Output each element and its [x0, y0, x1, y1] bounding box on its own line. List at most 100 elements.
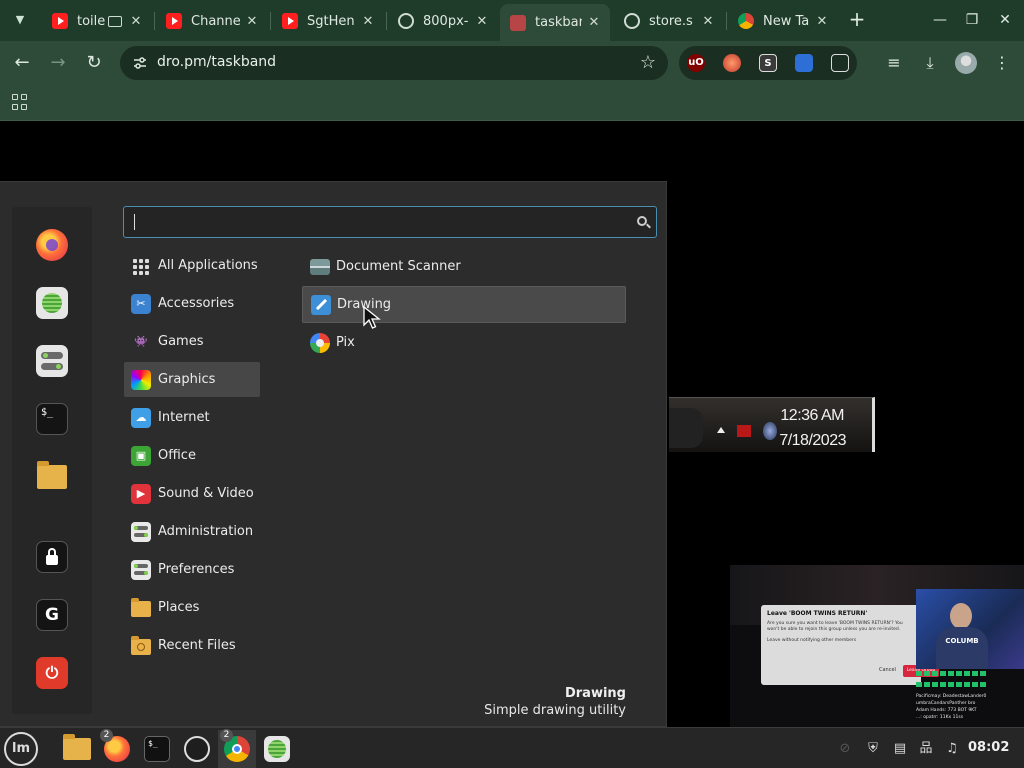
- tab-0[interactable]: toile ✕: [42, 6, 152, 36]
- close-icon[interactable]: ✕: [700, 14, 716, 29]
- settings-toggle-icon[interactable]: [36, 345, 68, 377]
- address-bar[interactable]: dro.pm/taskband ☆: [120, 46, 668, 80]
- restore-icon[interactable]: ❐: [962, 10, 982, 30]
- download-icon[interactable]: ⤓: [919, 52, 941, 74]
- mouse-cursor-icon: [363, 306, 381, 329]
- category-places[interactable]: Places: [124, 590, 260, 625]
- category-internet[interactable]: ☁ Internet: [124, 400, 260, 435]
- extension-translate-icon[interactable]: [795, 54, 813, 72]
- extensions-puzzle-icon[interactable]: [831, 54, 849, 72]
- tab-5[interactable]: store.s ✕: [614, 6, 724, 36]
- tab-search-chevron-icon[interactable]: ▼: [8, 8, 32, 32]
- terminal-icon[interactable]: $_: [36, 403, 68, 435]
- folder-icon[interactable]: [36, 461, 68, 493]
- application-menu: $_ G ⏻ All Applications ✂ Accessories 👾 …: [0, 181, 667, 727]
- tray-disabled-icon[interactable]: ⊘: [836, 740, 854, 758]
- tray-red-icon: [737, 425, 751, 437]
- close-icon[interactable]: ✕: [360, 14, 376, 29]
- profile-avatar-icon[interactable]: [955, 52, 977, 74]
- app-label: Pix: [336, 335, 355, 350]
- software-manager-icon[interactable]: [36, 287, 68, 319]
- taskband-icon: [510, 14, 526, 31]
- back-arrow-icon[interactable]: ←: [10, 51, 34, 75]
- tab-1[interactable]: Channe ✕: [156, 6, 268, 36]
- preferences-icon: [131, 559, 151, 580]
- chat-line: ...: opatrr: 11Kx 11ss: [916, 715, 964, 720]
- minimize-icon[interactable]: —: [930, 10, 950, 30]
- music-note-icon[interactable]: ♫: [943, 740, 961, 758]
- shield-icon[interactable]: ⛨: [864, 740, 882, 758]
- category-administration[interactable]: Administration: [124, 514, 260, 549]
- firefox-icon[interactable]: [36, 229, 68, 261]
- extension-flower-icon[interactable]: [723, 54, 741, 72]
- chat-line: umbraCandarsPanther bro: [916, 701, 976, 706]
- tab-title: taskban: [535, 15, 582, 30]
- tab-6[interactable]: New Ta ✕: [728, 6, 838, 36]
- office-icon: ▣: [131, 445, 151, 466]
- tab-title: toile: [77, 13, 106, 29]
- category-label: Games: [158, 334, 204, 349]
- panel-launcher-chrome[interactable]: 2: [218, 729, 256, 768]
- ublock-icon[interactable]: uO: [687, 54, 705, 72]
- search-icon[interactable]: [637, 216, 647, 226]
- search-input[interactable]: [132, 210, 627, 234]
- forward-arrow-icon[interactable]: →: [46, 51, 70, 75]
- kebab-menu-icon[interactable]: ⋮: [991, 52, 1013, 74]
- lock-icon[interactable]: [36, 541, 68, 573]
- reload-icon[interactable]: ↻: [82, 51, 106, 75]
- category-all-applications[interactable]: All Applications: [124, 248, 260, 283]
- category-recent-files[interactable]: Recent Files: [124, 628, 260, 663]
- panel-launcher-firefox[interactable]: 2: [98, 729, 136, 768]
- screenshot-taskbar-edge: [669, 408, 703, 448]
- close-icon[interactable]: ✕: [586, 15, 602, 30]
- menu-search-box[interactable]: [123, 206, 657, 238]
- category-preferences[interactable]: Preferences: [124, 552, 260, 587]
- dialog-checkbox-label: Leave without notifying other members: [767, 638, 857, 643]
- logout-icon[interactable]: G: [36, 599, 68, 631]
- url-text[interactable]: dro.pm/taskband: [157, 54, 276, 70]
- mint-menu-icon[interactable]: lm: [4, 732, 38, 766]
- audio-meter: [916, 671, 986, 691]
- media-control-icon[interactable]: ≡: [883, 52, 905, 74]
- panel-clock[interactable]: 08:02: [968, 740, 1009, 755]
- power-icon[interactable]: ⏻: [36, 657, 68, 689]
- bookmarks-bar: [0, 85, 1024, 121]
- app-drawing[interactable]: Drawing: [302, 286, 626, 323]
- apps-grid-icon[interactable]: [12, 94, 28, 110]
- tab-2[interactable]: SgtHen ✕: [272, 6, 384, 36]
- site-settings-icon[interactable]: [132, 55, 148, 71]
- tab-3[interactable]: 800px- ✕: [388, 6, 498, 36]
- category-label: Administration: [158, 524, 254, 539]
- close-icon[interactable]: ✕: [128, 14, 144, 29]
- category-accessories[interactable]: ✂ Accessories: [124, 286, 260, 321]
- category-games[interactable]: 👾 Games: [124, 324, 260, 359]
- close-icon[interactable]: ✕: [244, 14, 260, 29]
- app-pix[interactable]: Pix: [302, 324, 626, 361]
- panel-launcher-files[interactable]: [58, 730, 96, 768]
- category-office[interactable]: ▣ Office: [124, 438, 260, 473]
- panel-launcher-terminal[interactable]: $_: [138, 730, 176, 768]
- tray-orb-icon: [763, 422, 777, 440]
- bookmark-star-icon[interactable]: ☆: [640, 52, 656, 73]
- category-graphics[interactable]: Graphics: [124, 362, 260, 397]
- youtube-icon: [282, 13, 298, 29]
- new-tab-plus-icon[interactable]: +: [846, 9, 868, 31]
- network-icon[interactable]: 品: [917, 740, 935, 758]
- update-manager-icon[interactable]: ▤: [891, 740, 909, 758]
- panel-launcher-obs[interactable]: [178, 730, 216, 768]
- panel-launcher-software-manager[interactable]: [258, 730, 296, 768]
- close-icon[interactable]: ✕: [474, 14, 490, 29]
- tab-separator: [726, 12, 727, 30]
- grid-icon: [131, 256, 151, 276]
- screen: ▼ toile ✕ Channe ✕ SgtHen ✕ 800px- ✕ tas…: [0, 0, 1024, 768]
- extension-s-icon[interactable]: S: [759, 54, 777, 72]
- category-sound-video[interactable]: ▶ Sound & Video: [124, 476, 260, 511]
- app-document-scanner[interactable]: Document Scanner: [302, 248, 626, 285]
- window-close-icon[interactable]: ✕: [995, 10, 1015, 30]
- tab-cast-icon: [108, 15, 122, 27]
- tab-4[interactable]: taskban ✕: [500, 4, 610, 41]
- chrome-icon: [738, 13, 754, 29]
- youtube-icon: [166, 13, 182, 29]
- drawing-icon: [311, 294, 331, 315]
- close-icon[interactable]: ✕: [814, 14, 830, 29]
